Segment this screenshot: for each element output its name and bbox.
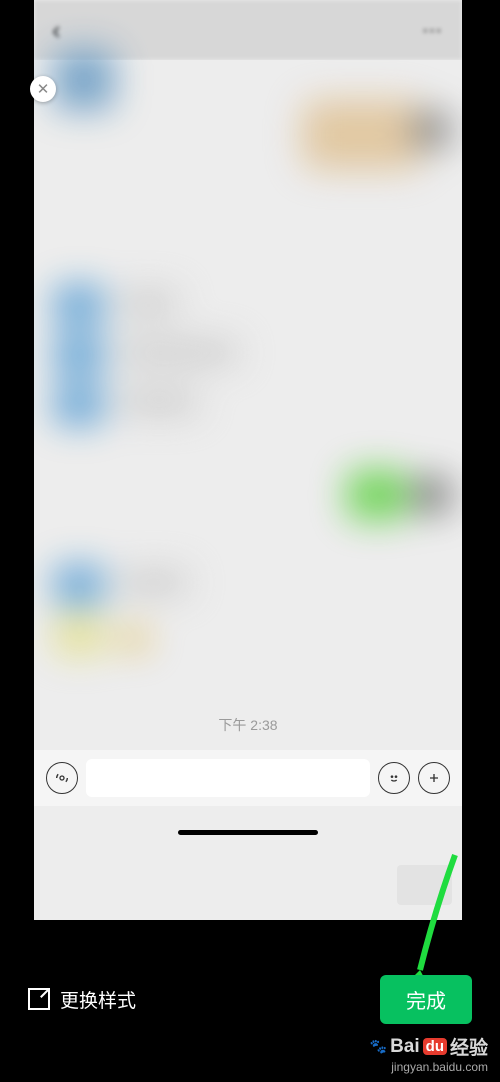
done-label: 完成	[406, 991, 446, 1013]
watermark: 🐾 Baidu经验 jingyan.baidu.com	[370, 1033, 488, 1074]
chat-timestamp: 下午 2:38	[34, 715, 462, 735]
edit-icon	[28, 988, 50, 1010]
watermark-brand: 🐾 Baidu经验	[370, 1033, 488, 1060]
change-style-label: 更换样式	[60, 986, 136, 1013]
plus-icon[interactable]	[418, 762, 450, 794]
paw-icon: 🐾	[370, 1038, 387, 1055]
watermark-du: du	[423, 1038, 447, 1055]
preview-corner-box	[397, 865, 452, 905]
voice-icon[interactable]	[46, 762, 78, 794]
message-input[interactable]	[86, 759, 370, 797]
watermark-jingyan: 经验	[450, 1033, 488, 1060]
emoji-icon[interactable]	[378, 762, 410, 794]
change-style-button[interactable]: 更换样式	[28, 986, 136, 1013]
home-indicator	[178, 830, 318, 835]
more-icon[interactable]: ⋯	[422, 18, 444, 43]
blurred-messages	[34, 60, 462, 750]
chat-content: 下午 2:38	[34, 60, 462, 750]
editor-toolbar: 更换样式 完成	[0, 971, 500, 1027]
watermark-bai: Bai	[390, 1036, 420, 1058]
screenshot-preview: ‹ ⋯ 下午 2:38	[34, 0, 462, 920]
back-icon[interactable]: ‹	[52, 15, 61, 46]
watermark-url: jingyan.baidu.com	[370, 1060, 488, 1074]
chat-input-bar	[34, 750, 462, 806]
done-button[interactable]: 完成	[380, 975, 472, 1024]
close-button[interactable]: ✕	[30, 76, 56, 102]
